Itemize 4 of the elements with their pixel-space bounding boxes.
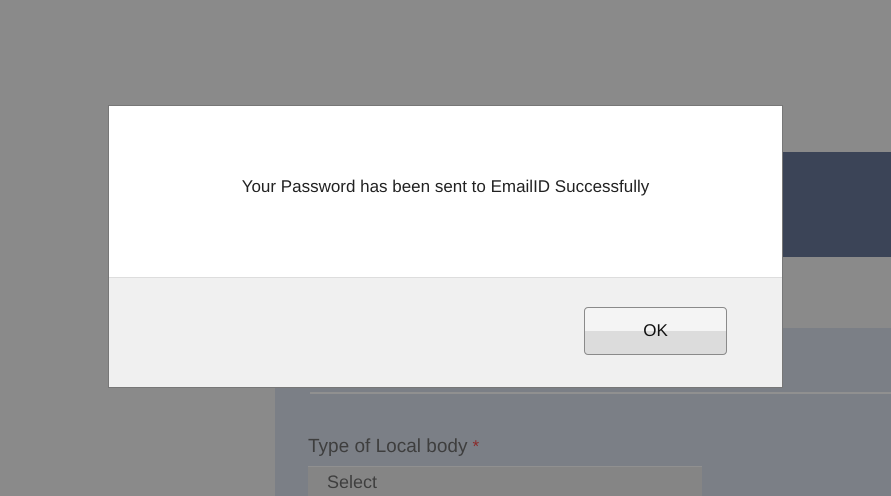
required-mark: *	[472, 437, 480, 457]
ok-button[interactable]: OK	[584, 307, 727, 355]
dialog-message: Your Password has been sent to EmailID Successfully	[242, 176, 650, 196]
field-label: Type of Local body	[308, 436, 468, 458]
